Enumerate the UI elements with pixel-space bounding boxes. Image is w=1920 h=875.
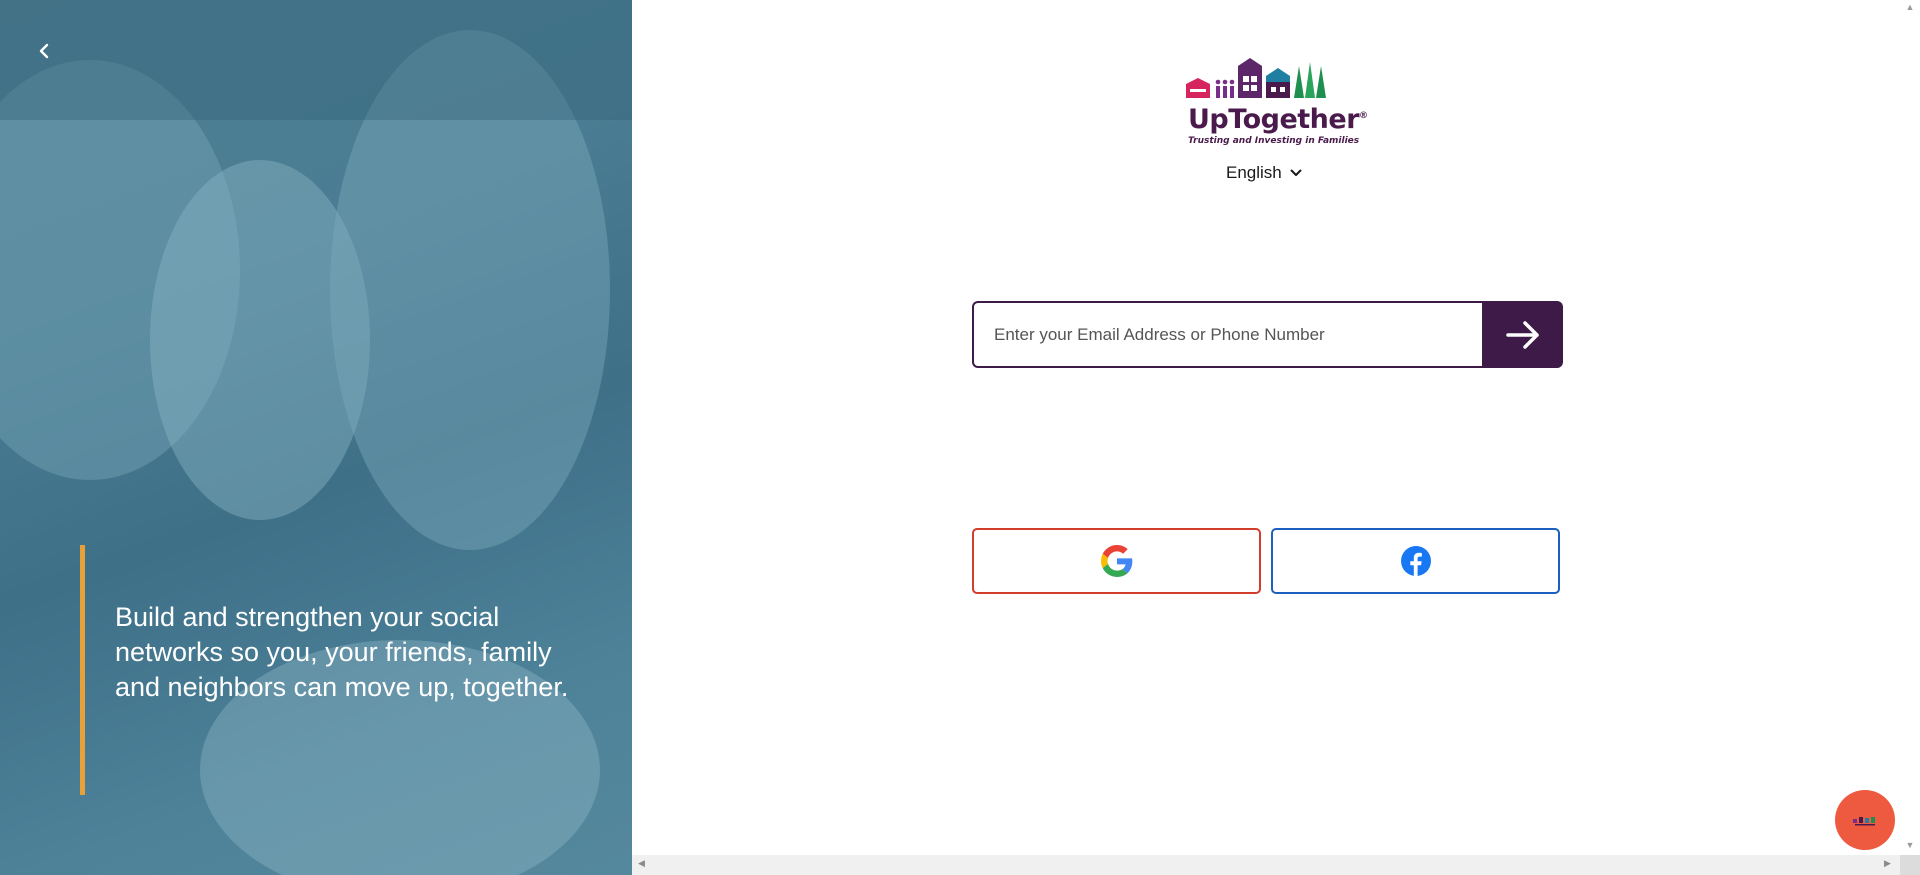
hero-panel: Build and strengthen your social network… bbox=[0, 0, 632, 875]
scrollbar-corner bbox=[1900, 855, 1920, 875]
submit-button[interactable] bbox=[1482, 301, 1563, 368]
chat-launcher-icon bbox=[1853, 817, 1875, 826]
scroll-down-arrow[interactable]: ▼ bbox=[1903, 840, 1917, 850]
facebook-icon bbox=[1400, 546, 1431, 576]
chevron-down-icon bbox=[1290, 169, 1302, 176]
horizontal-scrollbar[interactable] bbox=[632, 855, 1900, 875]
scroll-up-arrow[interactable]: ▲ bbox=[1903, 2, 1917, 12]
arrow-right-icon bbox=[1505, 320, 1539, 349]
language-label: English bbox=[1226, 163, 1282, 182]
back-button[interactable] bbox=[30, 38, 58, 66]
hero-photo-foliage bbox=[0, 0, 632, 120]
login-page: Build and strengthen your social network… bbox=[0, 0, 1920, 875]
google-login-button[interactable] bbox=[972, 528, 1261, 594]
email-or-phone-input[interactable] bbox=[972, 301, 1482, 368]
hero-accent-bar bbox=[80, 545, 85, 795]
scroll-left-arrow[interactable]: ◀ bbox=[638, 858, 645, 869]
vertical-scrollbar[interactable] bbox=[1900, 0, 1920, 855]
chevron-left-icon bbox=[39, 43, 49, 59]
brand-wordmark: UpTogether® bbox=[1188, 104, 1368, 135]
chat-launcher-button[interactable] bbox=[1835, 790, 1895, 850]
hero-quote: Build and strengthen your social network… bbox=[115, 602, 569, 702]
login-form bbox=[972, 301, 1563, 368]
google-icon bbox=[1100, 545, 1132, 577]
brand-tagline: Trusting and Investing in Families bbox=[1188, 136, 1360, 146]
scroll-right-arrow[interactable]: ▶ bbox=[1884, 858, 1891, 869]
language-selector[interactable]: English bbox=[1226, 163, 1302, 183]
facebook-login-button[interactable] bbox=[1271, 528, 1560, 594]
